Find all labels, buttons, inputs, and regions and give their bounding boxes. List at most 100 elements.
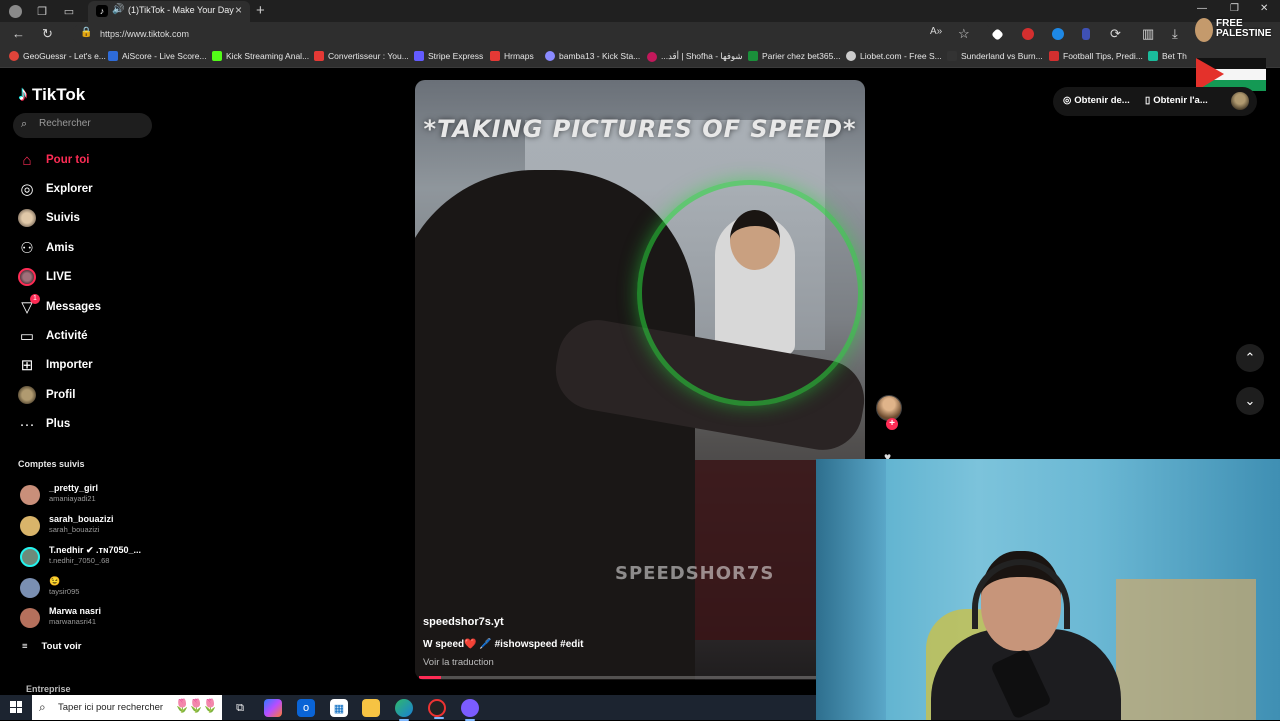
extension-phone-icon[interactable] — [1082, 28, 1090, 40]
bookmark-item[interactable]: Football Tips, Predi... — [1049, 51, 1143, 61]
tiktok-favicon-icon: ♪ — [96, 5, 108, 17]
bookmark-item[interactable]: bamba13 - Kick Sta... — [545, 51, 640, 61]
bookmark-item[interactable]: Hrmaps — [490, 51, 534, 61]
discord-icon[interactable] — [461, 699, 479, 721]
following-account[interactable]: _pretty_girl amaniayadi21 — [18, 483, 158, 511]
obs-icon[interactable] — [428, 699, 446, 719]
bookmark-item[interactable]: AiScore - Live Score... — [108, 51, 207, 61]
nav-label: Activité — [46, 330, 88, 342]
nav-messages[interactable]: ▽ 1 Messages — [18, 294, 101, 318]
outlook-icon[interactable]: o — [297, 699, 315, 717]
bookmark-favicon-icon — [947, 51, 957, 61]
get-coins-label: Obtenir de... — [1074, 95, 1130, 106]
extensions-puzzle-icon[interactable]: ⟳ — [1110, 26, 1121, 42]
taskbar-search[interactable]: ⌕ Taper ici pour rechercher 🌷🌷🌷 — [32, 695, 222, 720]
nav-pour-toi[interactable]: ⌂ Pour toi — [18, 149, 89, 171]
edge-icon[interactable] — [395, 699, 413, 721]
bookmark-label: Parier chez bet365... — [762, 51, 841, 61]
follow-plus-icon[interactable]: + — [886, 418, 898, 430]
profile-icon[interactable] — [7, 3, 23, 19]
bookmark-label: Stripe Express — [428, 51, 484, 61]
download-icon[interactable]: ⤓ — [1172, 26, 1178, 42]
nav-profil[interactable]: Profil — [18, 384, 75, 406]
see-all-link[interactable]: ≡ Tout voir — [22, 641, 81, 652]
bookmark-item[interactable]: Stripe Express — [414, 51, 483, 61]
bookmark-item[interactable]: Sunderland vs Burn... — [947, 51, 1043, 61]
nav-suivis[interactable]: Suivis — [18, 207, 80, 229]
phone-icon: ▯ — [1145, 95, 1151, 106]
avatar — [20, 578, 40, 598]
file-explorer-icon[interactable] — [362, 699, 380, 717]
favorite-star-icon[interactable]: ☆ — [958, 26, 970, 42]
nav-importer[interactable]: ⊞ Importer — [18, 354, 93, 376]
read-aloud-icon[interactable]: A» — [930, 26, 942, 37]
video-progress-bar[interactable] — [419, 676, 861, 679]
nav-amis[interactable]: ⚇ Amis — [18, 237, 74, 259]
friends-icon: ⚇ — [20, 240, 34, 257]
minimize-icon[interactable]: — — [1197, 3, 1207, 14]
nav-label: LIVE — [46, 271, 72, 283]
nav-live[interactable]: LIVE — [18, 266, 72, 288]
get-app-button[interactable]: ▯ Obtenir l'a... — [1145, 95, 1208, 106]
close-tab-icon[interactable]: × — [235, 3, 242, 17]
see-translation-link[interactable]: Voir la traduction — [423, 657, 494, 668]
url-bar[interactable]: 🔒 https://www.tiktok.com — [72, 24, 992, 44]
bookmark-item[interactable]: Bet Th — [1148, 51, 1187, 61]
bookmark-label: Sunderland vs Burn... — [961, 51, 1043, 61]
video-author[interactable]: speedshor7s.yt — [423, 616, 504, 628]
user-avatar[interactable] — [1231, 92, 1249, 110]
bookmark-item[interactable]: Kick Streaming Anal... — [212, 51, 309, 61]
new-tab-button[interactable]: + — [256, 2, 265, 19]
bookmark-item[interactable]: ...أقد | Shofha - شوفها — [647, 51, 743, 62]
nav-explorer[interactable]: ◎ Explorer — [18, 178, 92, 200]
nav-plus[interactable]: ··· Plus — [18, 413, 71, 435]
refresh-icon[interactable]: ↻ — [42, 26, 53, 42]
video-caption[interactable]: W speed❤️ 🖊️ #ishowspeed #edit — [423, 639, 584, 650]
extension-red-icon[interactable] — [1022, 28, 1034, 40]
account-name: 😉 — [49, 576, 61, 586]
tab-actions-icon[interactable]: ▭ — [61, 3, 77, 19]
avatar — [20, 516, 40, 536]
store-icon[interactable]: ▦ — [330, 699, 348, 717]
webcam-shelf — [1116, 579, 1256, 720]
restore-icon[interactable]: ❐ — [1230, 3, 1239, 14]
bookmark-item[interactable]: Liobet.com - Free S... — [846, 51, 942, 61]
window-close-icon[interactable]: ✕ — [1260, 3, 1268, 14]
bookmark-item[interactable]: Parier chez bet365... — [748, 51, 840, 61]
windows-start-icon[interactable] — [10, 701, 22, 713]
bookmark-label: Bet Th — [1162, 51, 1187, 61]
windows-taskbar: ⌕ Taper ici pour rechercher 🌷🌷🌷 ⧉ o ▦ — [0, 695, 816, 721]
get-app-label: Obtenir l'a... — [1153, 95, 1208, 106]
following-account[interactable]: sarah_bouazizi sarah_bouazizi — [18, 514, 158, 542]
tab-tiktok[interactable]: ♪ 🔊 (1)TikTok - Make Your Day × — [88, 1, 250, 22]
bookmark-label: bamba13 - Kick Sta... — [559, 51, 641, 61]
speaker-icon[interactable]: 🔊 — [112, 4, 124, 15]
workspaces-icon[interactable]: ❐ — [34, 3, 50, 19]
nav-activite[interactable]: ▭ Activité — [18, 325, 88, 347]
previous-video-button[interactable]: ⌃ — [1236, 344, 1264, 372]
search-input[interactable] — [39, 118, 144, 129]
account-name: sarah_bouazizi — [49, 514, 114, 524]
avatar — [20, 608, 40, 628]
get-coins-button[interactable]: ◎ Obtenir de... — [1063, 95, 1130, 106]
back-icon[interactable]: ← — [12, 26, 25, 41]
split-screen-icon[interactable]: ▥ — [1142, 26, 1154, 42]
following-account[interactable]: Marwa nasri marwanasri41 — [18, 606, 158, 634]
tiktok-logo[interactable]: ♪ TikTok — [18, 83, 85, 106]
search-box[interactable]: ⌕ — [13, 113, 152, 138]
bookmark-item[interactable]: Convertisseur : You... — [314, 51, 409, 61]
tulips-icon: 🌷🌷🌷 — [174, 698, 219, 713]
following-account[interactable]: 😉 taysir095 — [18, 576, 158, 604]
copilot-icon[interactable] — [264, 699, 282, 717]
video-player[interactable]: *TAKING PICTURES OF SPEED* SPEEDSHOR7S s… — [415, 80, 865, 680]
free-palestine-badge: FREE PALESTINE — [1190, 14, 1271, 94]
extension-diamond-icon[interactable] — [991, 28, 1004, 41]
profile-avatar-icon — [18, 386, 36, 404]
following-account[interactable]: T.nedhir ✔ .тɴ7050_... t.nedhir_7050_.68 — [18, 545, 158, 573]
task-view-icon[interactable]: ⧉ — [231, 699, 249, 717]
next-video-button[interactable]: ⌄ — [1236, 387, 1264, 415]
extension-blue-icon[interactable] — [1052, 28, 1064, 40]
bookmark-item[interactable]: GeoGuessr - Let's e... — [9, 51, 106, 61]
home-icon: ⌂ — [22, 151, 32, 169]
webcam-door — [816, 459, 886, 720]
